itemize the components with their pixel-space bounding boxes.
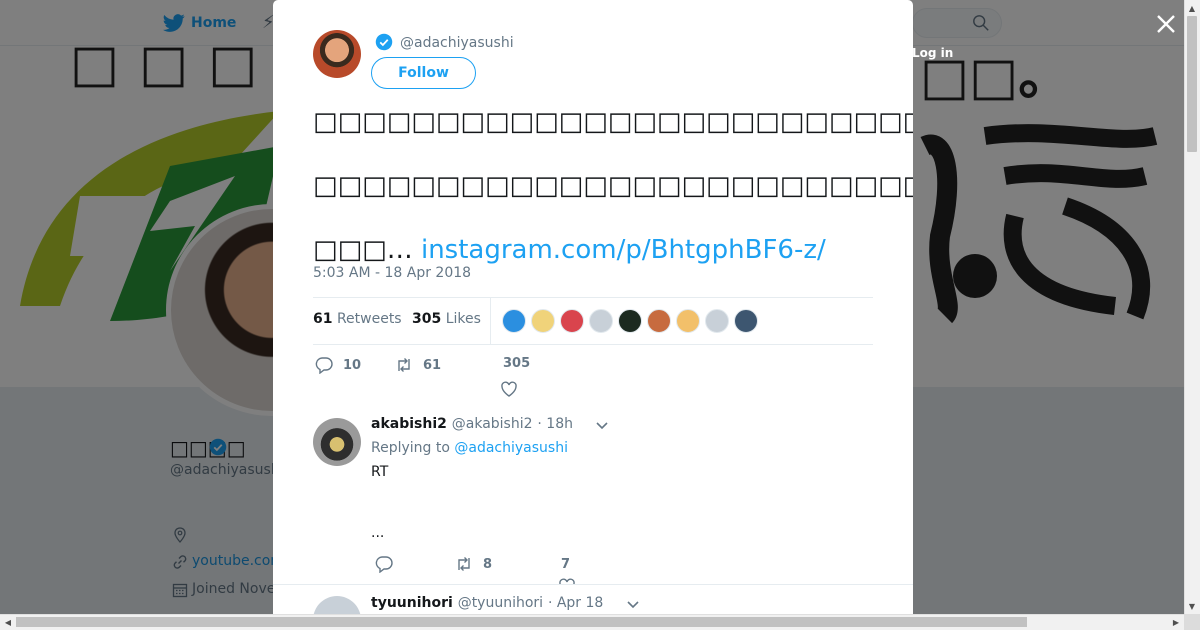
reply-action[interactable]: 10 xyxy=(315,356,361,374)
reply-author[interactable]: tyuunihori @tyuunihori · Apr 18 xyxy=(371,595,603,611)
scroll-right-arrow[interactable]: ▶ xyxy=(1168,614,1184,630)
tweet-text: □□□□□□□□□□□□□□□□□□□□□□□□ □□□□□□□□ □□□□□□□… xyxy=(313,90,913,282)
scroll-down-arrow[interactable]: ▼ xyxy=(1184,598,1200,614)
tweet-text-line: □□□□□□□□□□□□□□□□□□□□□□□□□□□□□□□□ xyxy=(313,107,913,137)
liker-avatar[interactable] xyxy=(502,309,526,333)
tweet-modal: @adachiyasushi Follow □□□□□□□□□□□□□□□□□□… xyxy=(273,0,913,614)
author-handle[interactable]: @adachiyasushi xyxy=(400,35,514,51)
reply-author-handle: @akabishi2 xyxy=(451,416,533,432)
liker-avatar[interactable] xyxy=(676,309,700,333)
reply-text-ellipsis: ... xyxy=(371,525,385,541)
retweets-count: 61 xyxy=(313,311,333,327)
chevron-down-icon[interactable] xyxy=(626,597,640,611)
tweet-modal-content: @adachiyasushi Follow □□□□□□□□□□□□□□□□□□… xyxy=(273,0,913,584)
retweet-count: 61 xyxy=(423,357,442,373)
horizontal-scroll-thumb[interactable] xyxy=(16,617,1027,627)
likes-label: Likes xyxy=(445,311,481,327)
reply-avatar[interactable] xyxy=(313,596,361,614)
scroll-left-arrow[interactable]: ◀ xyxy=(0,614,16,630)
reply-tweet[interactable]: akabishi2 @akabishi2 · 18h Replying to @… xyxy=(273,410,913,584)
likers-list xyxy=(502,309,758,333)
liker-avatar[interactable] xyxy=(589,309,613,333)
reply-author-name: akabishi2 xyxy=(371,416,447,432)
verified-badge-icon xyxy=(375,33,393,51)
replying-to-prefix: Replying to xyxy=(371,440,450,456)
liker-avatar[interactable] xyxy=(705,309,729,333)
login-link[interactable]: Log in xyxy=(912,46,953,60)
reply-author[interactable]: akabishi2 @akabishi2 · 18h xyxy=(371,416,573,432)
reply-retweet-count: 8 xyxy=(483,557,493,572)
tweet-actions: 10 61 305 xyxy=(313,356,873,398)
likes-count: 305 xyxy=(412,311,442,327)
reply-author-name: tyuunihori xyxy=(371,595,453,611)
replying-to-link[interactable]: @adachiyasushi xyxy=(454,440,568,456)
tweet-stats: 61 Retweets 305 Likes xyxy=(313,297,873,345)
tweet-link[interactable]: instagram.com/p/BhtgphBF6-z/ xyxy=(421,235,826,265)
reply-actions: 8 7 xyxy=(371,555,671,584)
reply-time[interactable]: · Apr 18 xyxy=(548,595,603,611)
scrollbar-corner xyxy=(1184,614,1200,630)
reply-text: RT xyxy=(371,464,389,480)
reply-author-handle: @tyuunihori xyxy=(457,595,544,611)
follow-button[interactable]: Follow xyxy=(371,57,476,89)
retweet-action[interactable]: 61 xyxy=(395,356,441,374)
liker-avatar[interactable] xyxy=(560,309,584,333)
liker-avatar[interactable] xyxy=(734,309,758,333)
like-count: 305 xyxy=(503,356,531,371)
reply-avatar[interactable] xyxy=(313,418,361,466)
reply-icon[interactable] xyxy=(375,555,393,573)
tweet-text-line: □□□□□□□□□□□□□□□□□□□□□□□□□□□□□□□□□□□□□□□□… xyxy=(313,171,913,201)
reply-like-count: 7 xyxy=(561,557,571,572)
likes-stat[interactable]: 305 Likes xyxy=(412,311,481,327)
reply-count: 10 xyxy=(343,357,362,373)
heart-icon[interactable] xyxy=(500,380,518,398)
tweet-text-fragment: □□□… xyxy=(313,235,421,265)
like-action[interactable]: 305 xyxy=(503,356,530,371)
author-avatar[interactable] xyxy=(313,30,361,78)
stats-divider xyxy=(490,298,491,344)
vertical-scroll-thumb[interactable] xyxy=(1187,16,1197,152)
liker-avatar[interactable] xyxy=(618,309,642,333)
close-icon[interactable] xyxy=(1154,12,1178,36)
retweet-icon xyxy=(398,358,410,372)
reply-time[interactable]: · 18h xyxy=(537,416,573,432)
reply-tweet[interactable]: tyuunihori @tyuunihori · Apr 18 xyxy=(273,584,913,614)
scroll-up-arrow[interactable]: ▲ xyxy=(1184,0,1200,16)
reply-icon xyxy=(315,357,333,374)
retweets-stat[interactable]: 61 Retweets xyxy=(313,311,402,327)
retweets-label: Retweets xyxy=(336,311,402,327)
heart-icon[interactable] xyxy=(558,577,576,584)
replying-to: Replying to @adachiyasushi xyxy=(371,440,568,456)
tweet-timestamp: 5:03 AM - 18 Apr 2018 xyxy=(313,265,472,281)
chevron-down-icon[interactable] xyxy=(595,418,609,432)
retweet-icon[interactable] xyxy=(455,555,473,573)
liker-avatar[interactable] xyxy=(647,309,671,333)
liker-avatar[interactable] xyxy=(531,309,555,333)
